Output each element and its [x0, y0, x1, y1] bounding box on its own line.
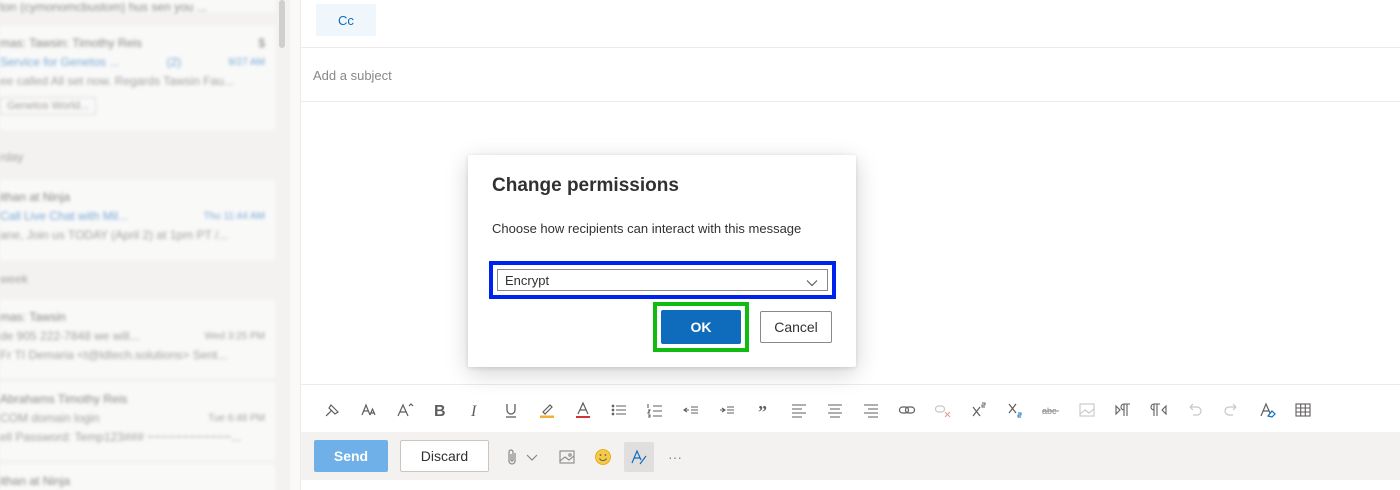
dialog-description: Choose how recipients can interact with … — [492, 221, 802, 236]
editor-icon[interactable] — [624, 442, 654, 472]
formatting-toolbar: B I ” abc — [301, 384, 1400, 432]
list-item-sender: ton (cymonomcbustom) hus sen you ... — [0, 0, 207, 14]
rtl-icon[interactable] — [1148, 399, 1170, 421]
font-size-icon[interactable] — [358, 399, 380, 421]
attachment-chip[interactable]: Genetos World... — [0, 97, 97, 115]
undo-icon[interactable] — [1184, 399, 1206, 421]
grow-font-icon[interactable] — [394, 399, 416, 421]
more-options-icon[interactable]: ··· — [664, 446, 686, 468]
send-button[interactable]: Send — [314, 440, 388, 472]
svg-text:I: I — [470, 403, 477, 419]
list-item-time: Tue 6:48 PM — [208, 413, 265, 424]
list-item-sender: ithan at Ninja — [0, 190, 71, 204]
change-permissions-dialog: Change permissions Choose how recipients… — [468, 155, 856, 367]
svg-text:B: B — [434, 403, 446, 419]
dialog-title: Change permissions — [492, 175, 679, 196]
list-item[interactable]: ithan at Ninja Call Live Chat with Mil..… — [0, 180, 275, 260]
redo-icon[interactable] — [1220, 399, 1242, 421]
attach-icon[interactable] — [501, 446, 523, 468]
cc-row: Cc — [301, 0, 1400, 48]
chevron-down-icon[interactable] — [523, 446, 541, 468]
insert-image-icon[interactable] — [556, 446, 578, 468]
group-header: rday — [0, 150, 24, 164]
align-left-icon[interactable] — [788, 399, 810, 421]
cc-button[interactable]: Cc — [316, 4, 376, 36]
permission-select-highlight: Encrypt — [489, 261, 836, 299]
list-item-preview: Fr TI Demaria <t@ldtech.solutions> Sent.… — [0, 348, 228, 362]
svg-text:”: ” — [758, 402, 767, 419]
list-item[interactable]: ithan at Ninja — [0, 464, 275, 490]
cancel-button[interactable]: Cancel — [760, 311, 832, 343]
clear-format-icon[interactable] — [1256, 399, 1278, 421]
group-header: week — [0, 272, 29, 286]
list-item-preview: ell Password: Temp123### ~~~~~~~~~~~~... — [0, 430, 242, 444]
list-item-sender: mas: Tawsin: Timothy Reis — [0, 36, 142, 50]
format-painter-icon[interactable] — [322, 399, 344, 421]
list-item-sender: ithan at Ninja — [0, 474, 71, 488]
decrease-indent-icon[interactable] — [680, 399, 702, 421]
message-list: ton (cymonomcbustom) hus sen you ... mas… — [0, 0, 290, 490]
subject-input[interactable] — [313, 65, 1013, 85]
ltr-icon[interactable] — [1112, 399, 1134, 421]
permission-dropdown[interactable]: Encrypt — [497, 269, 828, 291]
list-item[interactable]: Abrahams Timothy Reis COM domain login Tu… — [0, 382, 275, 460]
list-item-time: 9/27 AM — [228, 57, 265, 68]
list-item-preview: ane, Join us TODAY (April 2) at 1pm PT /… — [0, 228, 229, 242]
list-scrollbar[interactable] — [279, 0, 285, 48]
subject-row — [301, 48, 1400, 102]
ok-button-highlight: OK — [653, 302, 749, 352]
list-item-time: Wed 3:25 PM — [204, 331, 265, 342]
numbering-icon[interactable] — [644, 399, 666, 421]
ok-button[interactable]: OK — [661, 310, 741, 344]
bullets-icon[interactable] — [608, 399, 630, 421]
increase-indent-icon[interactable] — [716, 399, 738, 421]
list-item-subject: COM domain login — [0, 411, 100, 425]
highlight-icon[interactable] — [536, 399, 558, 421]
quote-icon[interactable]: ” — [752, 399, 774, 421]
list-item-time: Thu 11:44 AM — [203, 211, 265, 222]
superscript-icon[interactable] — [968, 399, 990, 421]
list-item-subject: Call Live Chat with Mil... — [0, 209, 129, 223]
font-color-icon[interactable] — [572, 399, 594, 421]
list-item-subject: de 905 222-7848 we will... — [0, 329, 140, 343]
compose-action-bar: Send Discard ··· — [301, 432, 1400, 480]
list-item[interactable]: mas: Tawsin de 905 222-7848 we will... We… — [0, 300, 275, 378]
align-center-icon[interactable] — [824, 399, 846, 421]
list-item-sender: mas: Tawsin — [0, 310, 66, 324]
discard-button[interactable]: Discard — [400, 440, 489, 472]
list-item-count: (2) — [166, 55, 182, 69]
italic-icon[interactable]: I — [464, 399, 486, 421]
remove-link-icon[interactable] — [932, 399, 954, 421]
emoji-icon[interactable] — [592, 446, 614, 468]
insert-table-icon[interactable] — [1292, 399, 1314, 421]
list-item-preview: ee called All set now. Regards Tawsin Fa… — [0, 74, 234, 88]
bold-icon[interactable]: B — [428, 399, 450, 421]
chevron-down-icon — [805, 276, 819, 290]
underline-icon[interactable] — [500, 399, 522, 421]
list-item-flag: $ — [258, 36, 265, 50]
list-item[interactable]: ton (cymonomcbustom) hus sen you ... — [0, 0, 275, 14]
permission-dropdown-value: Encrypt — [505, 272, 550, 288]
list-item-subject: Service for Genetos ... — [0, 55, 120, 69]
subscript-icon[interactable] — [1004, 399, 1026, 421]
insert-picture-icon[interactable] — [1076, 399, 1098, 421]
list-item-sender: Abrahams Timothy Reis — [0, 392, 128, 406]
align-right-icon[interactable] — [860, 399, 882, 421]
strikethrough-icon[interactable]: abc — [1040, 399, 1062, 421]
list-item[interactable]: mas: Tawsin: Timothy Reis $ Service for G… — [0, 26, 275, 130]
insert-link-icon[interactable] — [896, 399, 918, 421]
